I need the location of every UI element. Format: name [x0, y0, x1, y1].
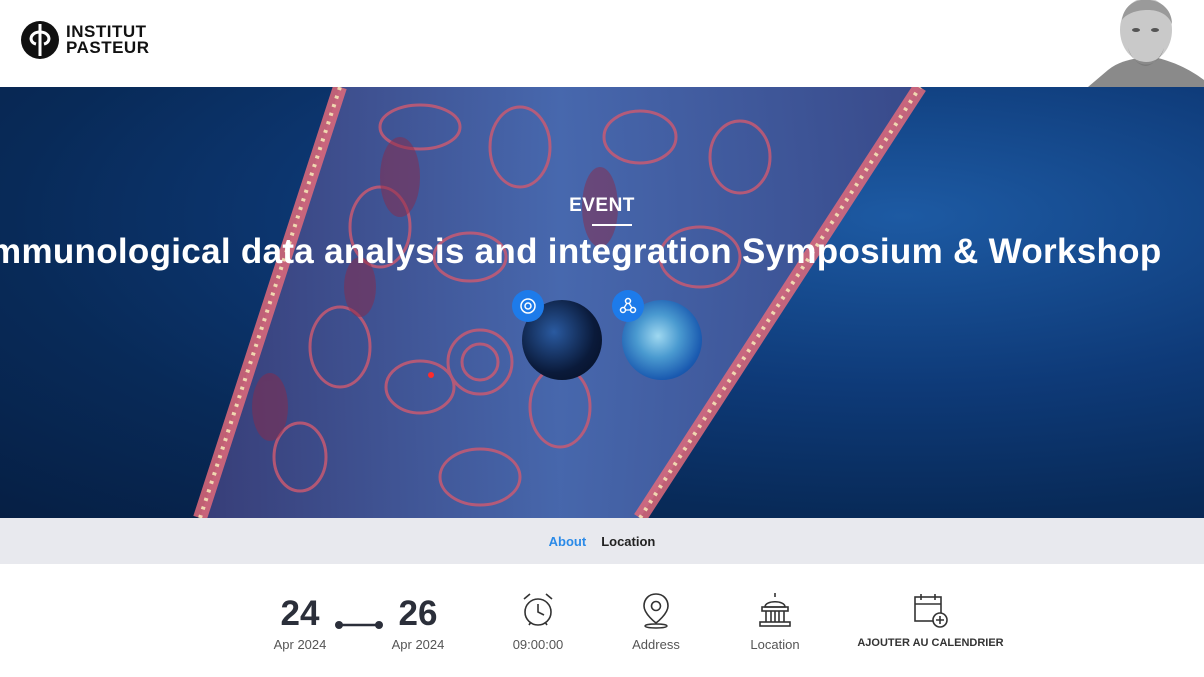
hero-title: Immunological data analysis and integrat… — [0, 232, 1162, 271]
date-range-connector — [335, 621, 383, 629]
calendar-add-icon — [913, 594, 948, 628]
hero-divider — [592, 224, 632, 226]
alarm-clock-icon — [523, 593, 553, 626]
pasteur-logo-icon — [21, 21, 59, 59]
institut-pasteur-logo[interactable]: INSTITUT PASTEUR — [20, 20, 149, 60]
end-day: 26 — [398, 594, 438, 633]
event-info-bar: 24 Apr 2024 26 Apr 2024 09:00:00 Address — [0, 564, 1204, 677]
event-time-value: 09:00:00 — [512, 637, 564, 652]
end-date: 26 Apr 2024 — [384, 594, 452, 652]
start-day: 24 — [280, 594, 320, 633]
event-address-label: Address — [632, 637, 680, 652]
molecule-icon[interactable] — [612, 290, 644, 322]
hero-kicker: EVENT — [569, 195, 635, 216]
start-month: Apr 2024 — [273, 637, 327, 652]
event-location-label: Location — [750, 637, 800, 652]
add-to-calendar-label: AJOUTER AU CALENDRIER — [857, 637, 1004, 649]
event-time: 09:00:00 — [498, 591, 578, 652]
end-month: Apr 2024 — [391, 637, 445, 652]
building-icon — [759, 593, 791, 627]
tab-about[interactable]: About — [549, 534, 587, 549]
hero-background-image — [193, 87, 926, 518]
event-location[interactable]: Location — [735, 591, 815, 652]
map-pin-icon — [643, 593, 669, 629]
target-icon[interactable] — [512, 290, 544, 322]
event-address[interactable]: Address — [616, 591, 696, 652]
tab-location[interactable]: Location — [601, 534, 655, 549]
logo-text-line2: PASTEUR — [66, 38, 150, 57]
add-to-calendar-button[interactable]: AJOUTER AU CALENDRIER — [848, 591, 1013, 649]
louis-pasteur-portrait — [1088, 0, 1204, 87]
start-date: 24 Apr 2024 — [266, 594, 334, 652]
site-header: INSTITUT PASTEUR — [0, 0, 1204, 87]
page-tabs: About Location — [0, 518, 1204, 564]
hero-banner: EVENT Immunological data analysis and in… — [0, 87, 1204, 518]
